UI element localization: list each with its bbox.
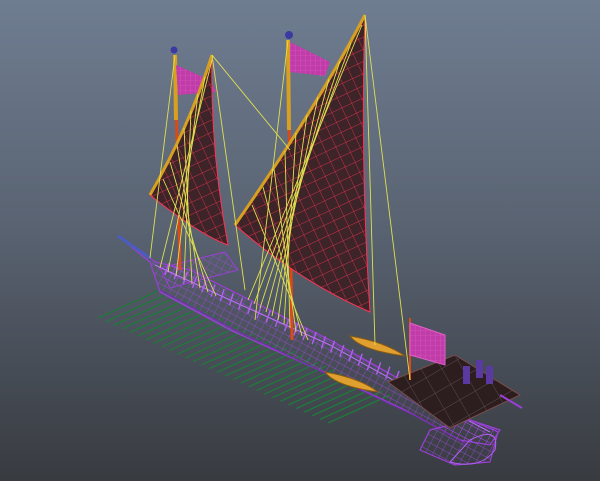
lifeboat-1[interactable] — [348, 335, 406, 357]
oar — [240, 354, 304, 384]
oar — [97, 289, 161, 319]
oar — [153, 314, 216, 344]
oar — [113, 296, 177, 326]
oar — [145, 311, 208, 341]
mast-finial-icon — [170, 31, 293, 54]
oar — [248, 358, 311, 388]
main-flag[interactable] — [290, 42, 330, 76]
oar — [105, 293, 169, 323]
oar — [232, 350, 296, 381]
oar — [272, 369, 335, 399]
3d-viewport[interactable] — [0, 0, 600, 481]
oar — [121, 300, 185, 330]
oar — [129, 303, 192, 334]
scene — [97, 14, 523, 466]
oar — [216, 343, 280, 373]
oar — [137, 307, 200, 337]
oar — [161, 318, 224, 348]
rigging-line — [364, 14, 411, 381]
oar — [264, 365, 327, 395]
oar — [256, 361, 319, 392]
oar — [169, 321, 232, 352]
oar — [224, 347, 288, 377]
